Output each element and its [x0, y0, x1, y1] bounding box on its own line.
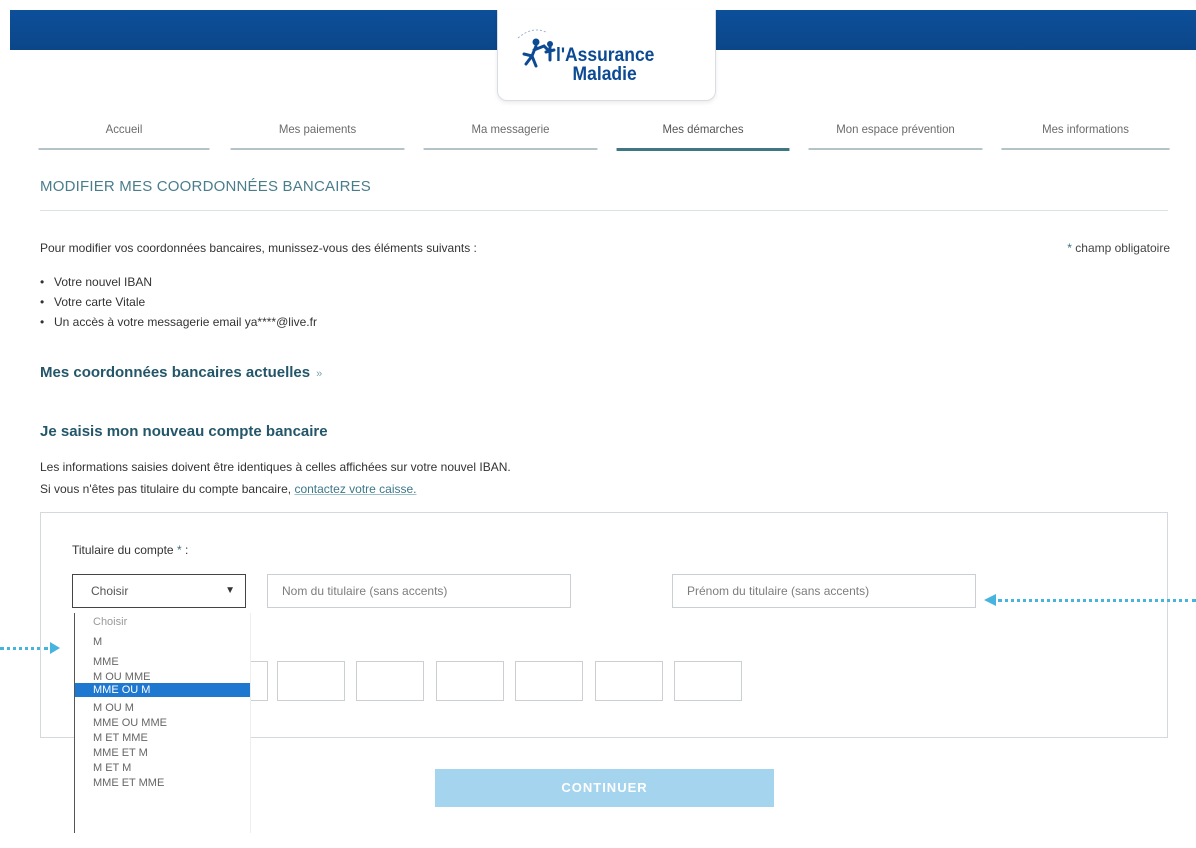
assurance-maladie-logo-icon: [517, 29, 556, 68]
annotation-arrow-right: [998, 599, 1196, 604]
current-account-heading: Mes coordonnées bancaires actuelles: [40, 364, 311, 381]
intro-text: Pour modifier vos coordonnées bancaires,…: [40, 241, 477, 255]
logo[interactable]: l'Assurance Maladie: [497, 10, 716, 101]
contact-caisse-link[interactable]: contactez votre caisse.: [294, 482, 416, 496]
tab-ma-messagerie[interactable]: Ma messagerie: [423, 118, 598, 150]
logo-line-1: l'Assurance: [556, 45, 655, 66]
info-line-1: Les informations saisies doivent être id…: [40, 460, 511, 474]
title-divider: [40, 210, 1168, 211]
required-star: *: [1067, 241, 1072, 255]
continue-button[interactable]: CONTINUER: [435, 769, 774, 807]
tab-mes-paiements[interactable]: Mes paiements: [230, 118, 405, 150]
holder-label: Titulaire du compte * :: [72, 543, 189, 557]
chevron-down-icon: »: [316, 368, 323, 380]
arrow-right-icon: [50, 642, 60, 654]
dropdown-option[interactable]: M: [75, 636, 250, 648]
dropdown-option[interactable]: M OU MME: [75, 671, 250, 683]
iban-segment-input[interactable]: [436, 661, 504, 701]
current-account-toggle[interactable]: Mes coordonnées bancaires actuelles »: [40, 364, 322, 381]
info-line-2: Si vous n'êtes pas titulaire du compte b…: [40, 482, 417, 496]
iban-segment-input[interactable]: [515, 661, 583, 701]
list-item: • Votre carte Vitale: [40, 295, 146, 309]
tab-mes-informations[interactable]: Mes informations: [1001, 118, 1170, 150]
dropdown-option[interactable]: M OU M: [75, 702, 250, 714]
annotation-arrow-left: [0, 647, 48, 652]
logo-line-2: Maladie: [572, 64, 637, 85]
tab-mon-espace-prevention[interactable]: Mon espace prévention: [808, 118, 983, 150]
arrow-left-icon: [984, 594, 996, 606]
chevron-down-icon: ▼: [225, 585, 235, 596]
dropdown-option[interactable]: MME: [75, 656, 250, 668]
civility-select[interactable]: Choisir ▼: [72, 574, 246, 608]
civility-dropdown-list: Choisir M MME M OU MME MME OU M M OU M M…: [74, 613, 250, 833]
logo-text: l'Assurance Maladie: [556, 46, 694, 84]
required-note: * champ obligatoire: [1067, 241, 1170, 255]
page-title: MODIFIER MES COORDONNÉES BANCAIRES: [40, 178, 372, 195]
dropdown-option[interactable]: MME ET MME: [75, 777, 250, 789]
dropdown-option-selected[interactable]: MME OU M: [75, 683, 250, 697]
tab-mes-demarches[interactable]: Mes démarches: [616, 118, 790, 151]
dropdown-option[interactable]: MME ET M: [75, 747, 250, 759]
civility-select-value: Choisir: [91, 584, 129, 598]
new-account-heading: Je saisis mon nouveau compte bancaire: [40, 423, 328, 440]
iban-segment-input[interactable]: [277, 661, 345, 701]
requirements-list: • Votre nouvel IBAN • Votre carte Vitale •…: [40, 272, 317, 332]
required-note-text: champ obligatoire: [1075, 241, 1170, 255]
holder-firstname-input[interactable]: Prénom du titulaire (sans accents): [672, 574, 976, 608]
dropdown-option[interactable]: MME OU MME: [75, 717, 250, 729]
dropdown-option[interactable]: M ET M: [75, 762, 250, 774]
iban-segment-input[interactable]: [674, 661, 742, 701]
holder-lastname-input[interactable]: Nom du titulaire (sans accents): [267, 574, 571, 608]
tab-accueil[interactable]: Accueil: [38, 118, 210, 150]
iban-segment-input[interactable]: [595, 661, 663, 701]
main-nav: Accueil Mes paiements Ma messagerie Mes …: [34, 118, 1174, 151]
iban-segment-input[interactable]: [356, 661, 424, 701]
list-item: • Un accès à votre messagerie email ya***…: [40, 315, 317, 329]
dropdown-option[interactable]: Choisir: [75, 616, 250, 628]
dropdown-option[interactable]: M ET MME: [75, 732, 250, 744]
list-item: • Votre nouvel IBAN: [40, 275, 153, 289]
